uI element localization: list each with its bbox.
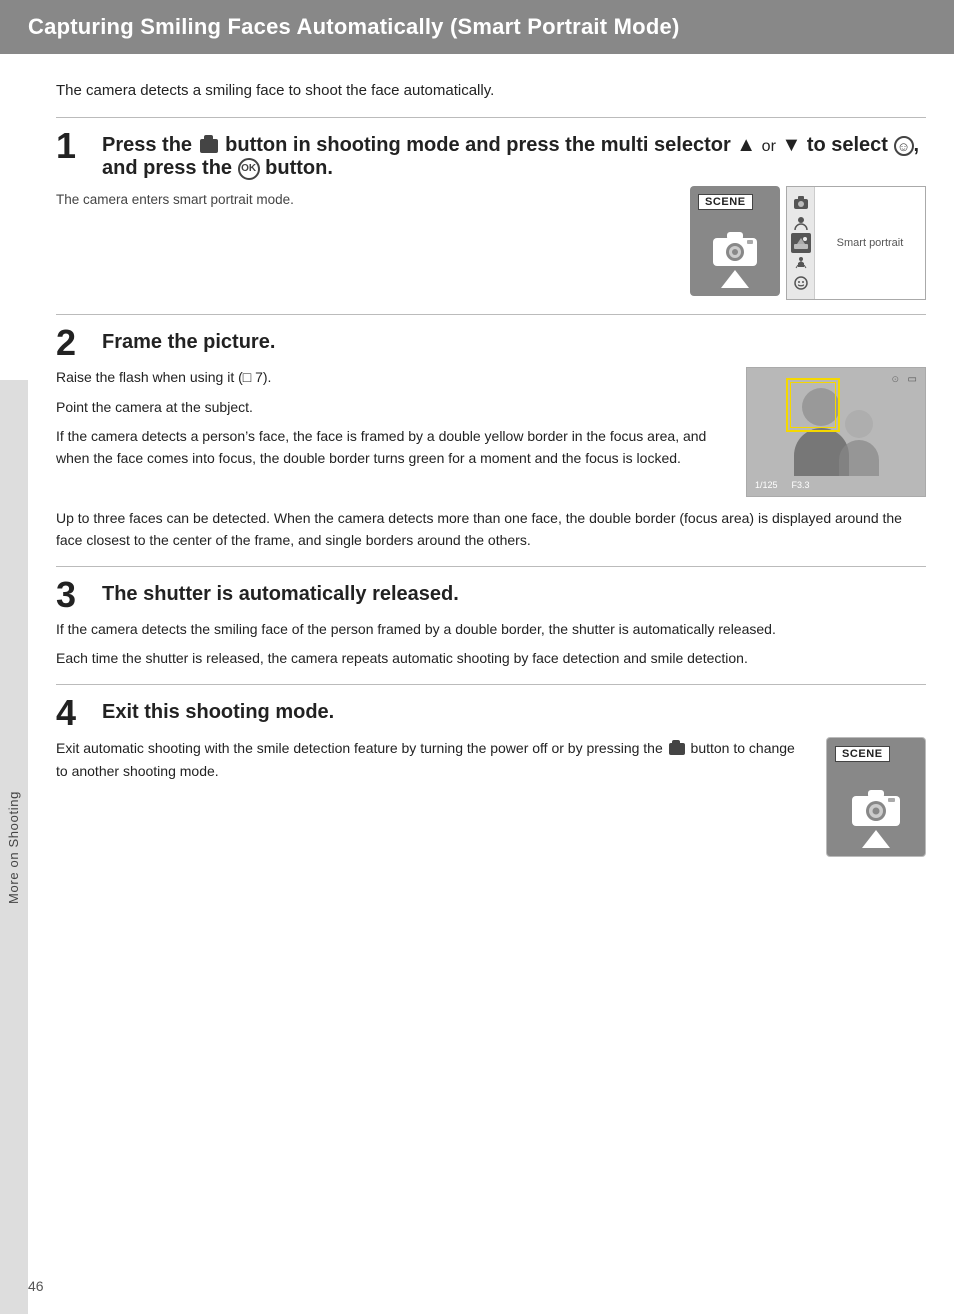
person-silhouette-group <box>794 388 879 476</box>
arrow-up-icon <box>721 270 749 288</box>
step-1: 1 Press the button in shooting mode and … <box>56 117 926 314</box>
menu-icon-3 <box>791 233 811 253</box>
step-4-image: SCENE <box>826 737 926 857</box>
camera-mode-icon <box>200 139 218 153</box>
menu-icon-1 <box>791 193 811 213</box>
smile-select-icon: ☺ <box>894 136 914 156</box>
step-4-number: 4 <box>56 695 92 731</box>
viewfinder-status: 1/125 F3.3 <box>755 480 810 490</box>
step-3-title: The shutter is automatically released. <box>102 583 459 606</box>
page-title: Capturing Smiling Faces Automatically (S… <box>28 14 926 40</box>
corner-icon: ⊙ <box>891 374 899 385</box>
menu-icons-column <box>787 187 815 299</box>
step-2-para2: Point the camera at the subject. <box>56 397 728 419</box>
step-2-title: Frame the picture. <box>102 331 275 354</box>
step-1-header: 1 Press the button in shooting mode and … <box>56 132 926 180</box>
step-3-para1: If the camera detects the smiling face o… <box>56 619 926 641</box>
step-2-para4: Up to three faces can be detected. When … <box>56 507 926 566</box>
step-4-header: 4 Exit this shooting mode. <box>56 699 926 731</box>
step-4-para1: Exit automatic shooting with the smile d… <box>56 737 808 782</box>
page-header: Capturing Smiling Faces Automatically (S… <box>0 0 954 54</box>
sidebar-label: More on Shooting <box>0 380 28 1314</box>
step-2-number: 2 <box>56 325 92 361</box>
menu-box: Smart portrait <box>786 186 926 300</box>
camera-icon-inline <box>669 743 685 755</box>
menu-icon-2 <box>791 213 811 233</box>
step-1-image: SCENE <box>690 186 926 300</box>
battery-icon: ▭ <box>908 374 917 385</box>
step-2-header: 2 Frame the picture. <box>56 329 926 361</box>
ok-button-icon: OK <box>238 158 260 180</box>
person2-body <box>839 440 879 476</box>
step-1-text: The camera enters smart portrait mode. <box>56 186 672 219</box>
step-2-content: Raise the flash when using it (□ 7). Poi… <box>56 367 926 507</box>
camera-svg-small <box>850 788 902 828</box>
menu-icon-4 <box>791 253 811 273</box>
vf-shutter-speed: 1/125 <box>755 480 778 490</box>
step-1-subnote: The camera enters smart portrait mode. <box>56 190 672 211</box>
step-4-text: Exit automatic shooting with the smile d… <box>56 737 808 782</box>
step-1-title: Press the button in shooting mode and pr… <box>102 134 926 180</box>
step-2-para3: If the camera detects a person’s face, t… <box>56 426 728 469</box>
step-4: 4 Exit this shooting mode. Exit automati… <box>56 684 926 871</box>
menu-content-area: Smart portrait <box>815 187 925 299</box>
scene-camera-box-small: SCENE <box>826 737 926 857</box>
step-1-number: 1 <box>56 128 92 164</box>
person2-head <box>845 410 873 438</box>
step-4-title: Exit this shooting mode. <box>102 701 334 724</box>
viewfinder-image: ▭ ⊙ <box>746 367 926 497</box>
page-wrapper: Capturing Smiling Faces Automatically (S… <box>0 0 954 1314</box>
step-1-content: The camera enters smart portrait mode. S… <box>56 186 926 314</box>
person-secondary <box>839 410 879 476</box>
intro-text: The camera detects a smiling face to sho… <box>56 82 926 99</box>
step-4-content: Exit automatic shooting with the smile d… <box>56 737 926 871</box>
step-3-header: 3 The shutter is automatically released. <box>56 581 926 613</box>
step-3-para2: Each time the shutter is released, the c… <box>56 648 926 670</box>
vf-aperture: F3.3 <box>792 480 810 490</box>
arrow-up-small-icon <box>862 830 890 848</box>
main-content: The camera detects a smiling face to sho… <box>28 54 954 889</box>
or-label: or <box>762 138 776 155</box>
scene-camera-box: SCENE <box>690 186 780 296</box>
camera-svg-icon <box>711 230 759 268</box>
step-2-text: Raise the flash when using it (□ 7). Poi… <box>56 367 728 478</box>
step-3: 3 The shutter is automatically released.… <box>56 566 926 684</box>
step-3-number: 3 <box>56 577 92 613</box>
menu-icon-5 <box>791 273 811 293</box>
focus-border-inner <box>790 382 836 428</box>
scene-label-small: SCENE <box>835 746 890 762</box>
menu-item-label: Smart portrait <box>837 237 904 249</box>
page-number: 46 <box>28 1278 44 1294</box>
sidebar-text: More on Shooting <box>7 790 22 903</box>
step-3-body: If the camera detects the smiling face o… <box>56 619 926 684</box>
scene-label: SCENE <box>698 194 753 210</box>
step-2: 2 Frame the picture. Raise the flash whe… <box>56 314 926 566</box>
step-2-para1: Raise the flash when using it (□ 7). <box>56 367 728 389</box>
